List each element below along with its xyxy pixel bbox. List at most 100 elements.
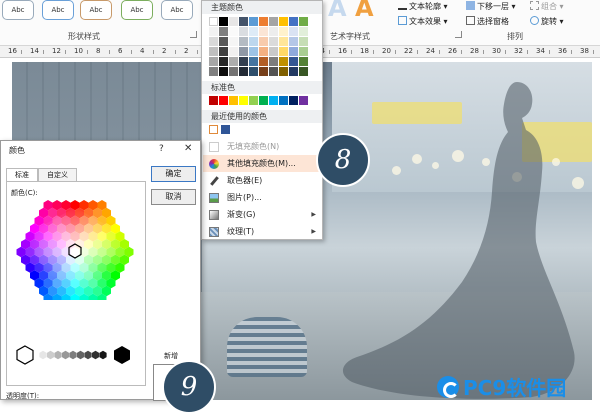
theme-color-swatch[interactable] [279,47,288,56]
gray-hex-cell[interactable] [91,350,100,360]
theme-color-swatch[interactable] [209,67,218,76]
theme-color-swatch[interactable] [249,37,258,46]
theme-color-swatch[interactable] [249,47,258,56]
theme-color-swatch[interactable] [209,47,218,56]
standard-color-swatch[interactable] [209,96,218,105]
shape-styles-launcher-icon[interactable] [190,31,197,38]
theme-color-swatch[interactable] [259,27,268,36]
recent-color-swatch[interactable] [209,125,218,134]
theme-color-swatch[interactable] [279,17,288,26]
shape-style-thumb[interactable]: Abc [161,0,193,20]
theme-color-swatch[interactable] [259,17,268,26]
theme-color-swatch[interactable] [259,37,268,46]
selection-pane-button[interactable]: 选择窗格 [466,16,509,27]
theme-color-swatch[interactable] [209,57,218,66]
theme-color-swatch[interactable] [259,47,268,56]
theme-color-swatch[interactable] [259,67,268,76]
gray-hex-cell[interactable] [76,350,85,360]
theme-color-swatch[interactable] [219,67,228,76]
theme-color-swatch[interactable] [239,37,248,46]
grayscale-picker[interactable] [13,342,148,370]
theme-color-swatch[interactable] [279,57,288,66]
theme-color-swatch[interactable] [269,67,278,76]
theme-color-swatch[interactable] [209,27,218,36]
texture-menu-item[interactable]: 纹理(T) ▶ [203,223,323,240]
standard-color-swatch[interactable] [259,96,268,105]
theme-color-swatch[interactable] [259,57,268,66]
theme-color-swatch[interactable] [229,37,238,46]
theme-color-swatch[interactable] [289,47,298,56]
standard-color-swatch[interactable] [219,96,228,105]
theme-color-swatch[interactable] [249,67,258,76]
text-effects-button[interactable]: 文本效果 ▾ [398,16,448,27]
tab-standard[interactable]: 标准 [6,168,38,181]
rotate-button[interactable]: 旋转 ▾ [530,16,564,27]
gray-hex-cell[interactable] [84,350,92,360]
theme-color-swatch[interactable] [289,37,298,46]
gray-hex-cell[interactable] [54,350,62,360]
color-hexagon-picker[interactable] [15,200,135,300]
shape-style-thumb[interactable]: Abc [2,0,34,20]
theme-color-swatch[interactable] [229,27,238,36]
standard-color-swatch[interactable] [269,96,278,105]
text-outline-button[interactable]: 文本轮廓 ▾ [398,1,448,12]
wordart-style-icon[interactable]: A [355,0,374,22]
shape-style-thumb[interactable]: Abc [42,0,74,20]
send-backward-button[interactable]: 下移一层 ▾ [466,1,516,12]
theme-color-swatch[interactable] [239,47,248,56]
theme-color-swatch[interactable] [279,37,288,46]
ok-button[interactable]: 确定 [151,166,196,182]
theme-color-swatch[interactable] [239,67,248,76]
no-fill-menu-item[interactable]: 无填充颜色(N) [203,138,323,155]
gray-hex-cell[interactable] [61,350,70,360]
theme-color-swatch[interactable] [299,47,308,56]
theme-color-swatch[interactable] [219,27,228,36]
standard-color-swatch[interactable] [289,96,298,105]
theme-color-swatch[interactable] [239,57,248,66]
standard-color-swatch[interactable] [279,96,288,105]
recent-color-swatch[interactable] [221,125,230,134]
gradient-menu-item[interactable]: 渐变(G) ▶ [203,206,323,223]
theme-color-swatch[interactable] [269,57,278,66]
theme-color-swatch[interactable] [249,17,258,26]
standard-color-swatch[interactable] [239,96,248,105]
theme-color-swatch[interactable] [219,37,228,46]
theme-color-swatch[interactable] [239,27,248,36]
theme-color-swatch[interactable] [299,17,308,26]
theme-color-swatch[interactable] [249,57,258,66]
theme-color-swatch[interactable] [229,67,238,76]
shape-style-thumb[interactable]: Abc [121,0,153,20]
theme-color-swatch[interactable] [229,17,238,26]
theme-color-swatch[interactable] [219,47,228,56]
theme-color-swatch[interactable] [299,57,308,66]
theme-color-swatch[interactable] [219,17,228,26]
theme-color-swatch[interactable] [229,57,238,66]
theme-color-swatch[interactable] [289,27,298,36]
theme-color-swatch[interactable] [289,57,298,66]
theme-color-swatch[interactable] [239,17,248,26]
theme-color-swatch[interactable] [209,37,218,46]
theme-color-swatch[interactable] [289,17,298,26]
gray-hex-cell[interactable] [39,350,47,360]
theme-color-swatch[interactable] [289,67,298,76]
theme-color-swatch[interactable] [269,47,278,56]
cancel-button[interactable]: 取消 [151,189,196,205]
help-icon[interactable]: ? [159,144,164,154]
theme-color-swatch[interactable] [299,67,308,76]
theme-color-swatch[interactable] [279,67,288,76]
standard-color-swatch[interactable] [229,96,238,105]
tab-custom[interactable]: 自定义 [38,168,77,181]
picture-fill-menu-item[interactable]: 图片(P)... [203,189,323,206]
theme-color-swatch[interactable] [249,27,258,36]
standard-color-swatch[interactable] [299,96,308,105]
shape-style-thumb[interactable]: Abc [80,0,112,20]
theme-color-swatch[interactable] [209,17,218,26]
more-fill-colors-menu-item[interactable]: 其他填充颜色(M)... [203,155,323,172]
gray-hex-cell[interactable] [46,350,55,360]
theme-color-swatch[interactable] [299,37,308,46]
standard-color-swatch[interactable] [249,96,258,105]
eyedropper-menu-item[interactable]: 取色器(E) [203,172,323,189]
group-button[interactable]: 组合 ▾ [530,1,564,12]
gray-hex-cell[interactable] [69,350,77,360]
theme-color-swatch[interactable] [219,57,228,66]
